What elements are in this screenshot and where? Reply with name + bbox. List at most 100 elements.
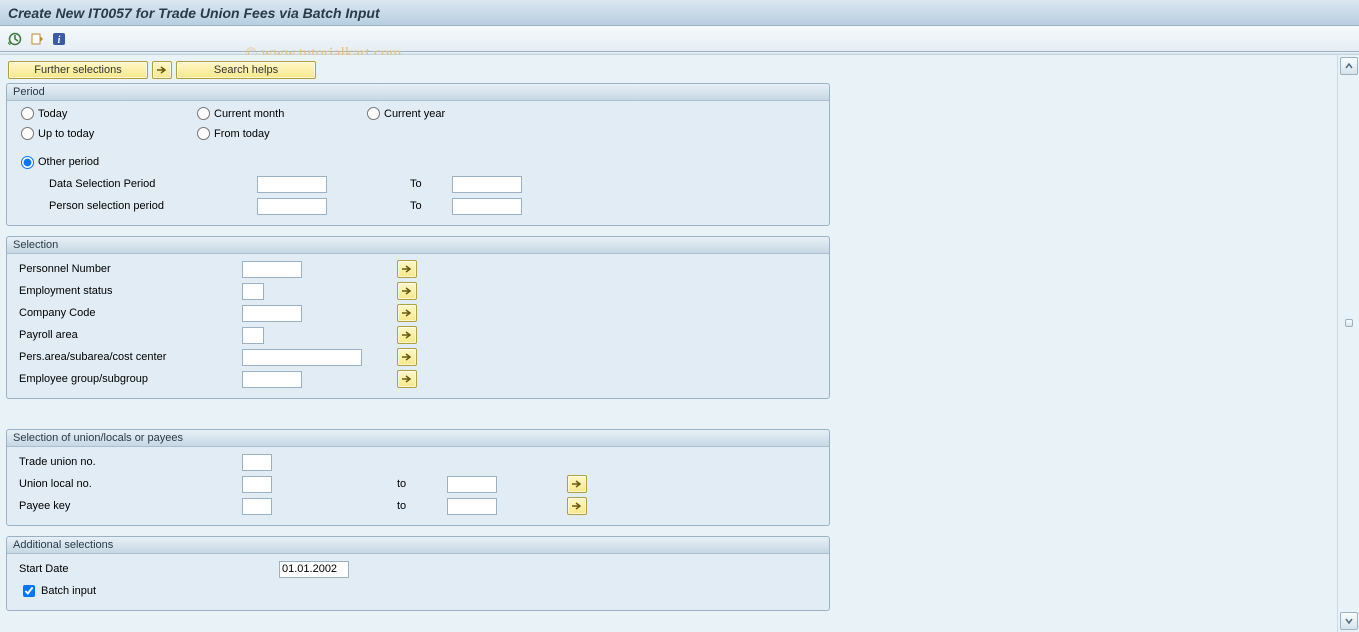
scroll-thumb[interactable] xyxy=(1345,319,1353,327)
selection-group: Selection Personnel NumberEmployment sta… xyxy=(6,236,830,399)
search-helps-button[interactable]: Search helps xyxy=(176,61,316,79)
selection-row: Personnel Number xyxy=(17,258,819,280)
radio-current-month[interactable]: Current month xyxy=(197,107,284,120)
radio-today-label: Today xyxy=(38,108,67,120)
data-selection-to-label: To xyxy=(402,178,452,190)
multiple-selection-button[interactable] xyxy=(397,326,417,344)
search-helps-label: Search helps xyxy=(214,64,278,76)
selection-row-input[interactable] xyxy=(242,261,302,278)
batch-input-label[interactable]: Batch input xyxy=(41,585,96,597)
radio-current-month-input[interactable] xyxy=(197,107,210,120)
multiple-selection-button[interactable] xyxy=(567,497,587,515)
union-row-from-input[interactable] xyxy=(242,454,272,471)
selection-row-input[interactable] xyxy=(242,327,264,344)
union-row-to-input[interactable] xyxy=(447,476,497,493)
person-selection-from-input[interactable] xyxy=(257,198,327,215)
further-selections-button[interactable]: Further selections xyxy=(8,61,148,79)
union-row-from-input[interactable] xyxy=(242,498,272,515)
execute-button[interactable] xyxy=(6,30,24,48)
chevron-down-icon xyxy=(1345,617,1353,625)
application-toolbar: i xyxy=(0,26,1359,52)
radio-current-year[interactable]: Current year xyxy=(367,107,445,120)
start-date-row: Start Date xyxy=(17,558,819,580)
radio-other-period-label: Other period xyxy=(38,156,99,168)
start-date-label: Start Date xyxy=(19,563,279,575)
union-group-title: Selection of union/locals or payees xyxy=(7,430,829,447)
batch-input-row: Batch input xyxy=(17,580,819,602)
radio-current-year-input[interactable] xyxy=(367,107,380,120)
selection-row-input[interactable] xyxy=(242,283,264,300)
additional-group: Additional selections Start Date Batch i… xyxy=(6,536,830,611)
scroll-up-button[interactable] xyxy=(1340,57,1358,75)
radio-today[interactable]: Today xyxy=(21,107,67,120)
page-title: Create New IT0057 for Trade Union Fees v… xyxy=(8,5,380,21)
start-date-input[interactable] xyxy=(279,561,349,578)
scroll-track[interactable] xyxy=(1344,77,1354,610)
selection-option-buttons: Further selections Search helps xyxy=(6,59,1331,83)
period-group-title: Period xyxy=(7,84,829,101)
arrow-right-icon xyxy=(401,352,413,362)
variant-icon xyxy=(30,32,44,46)
execute-icon xyxy=(8,32,22,46)
multiple-selection-button[interactable] xyxy=(397,370,417,388)
radio-current-year-label: Current year xyxy=(384,108,445,120)
selection-row-input[interactable] xyxy=(242,305,302,322)
selection-row-input[interactable] xyxy=(242,371,302,388)
union-row: Union local no.to xyxy=(17,473,819,495)
arrow-right-icon xyxy=(401,374,413,384)
multiple-selection-button[interactable] xyxy=(397,304,417,322)
selection-row-input[interactable] xyxy=(242,349,362,366)
radio-current-month-label: Current month xyxy=(214,108,284,120)
radio-other-period[interactable]: Other period xyxy=(17,152,819,172)
multiple-selection-button[interactable] xyxy=(397,282,417,300)
data-selection-period-label: Data Selection Period xyxy=(17,178,207,190)
selection-row: Payroll area xyxy=(17,324,819,346)
union-row-from-input[interactable] xyxy=(242,476,272,493)
title-bar: Create New IT0057 for Trade Union Fees v… xyxy=(0,0,1359,26)
union-row: Payee key to xyxy=(17,495,819,517)
person-selection-to-label: To xyxy=(402,200,452,212)
union-group: Selection of union/locals or payees Trad… xyxy=(6,429,830,526)
radio-from-today-input[interactable] xyxy=(197,127,210,140)
get-variant-button[interactable] xyxy=(28,30,46,48)
info-icon: i xyxy=(52,32,66,46)
info-button[interactable]: i xyxy=(50,30,68,48)
arrow-right-icon xyxy=(401,308,413,318)
person-selection-period-row: Person selection period To xyxy=(17,195,819,217)
multiple-selection-button[interactable] xyxy=(567,475,587,493)
union-row-label: Payee key xyxy=(17,500,242,512)
data-selection-from-input[interactable] xyxy=(257,176,327,193)
radio-today-input[interactable] xyxy=(21,107,34,120)
multiple-selection-button[interactable] xyxy=(397,348,417,366)
chevron-up-icon xyxy=(1345,62,1353,70)
additional-group-title: Additional selections xyxy=(7,537,829,554)
radio-from-today-label: From today xyxy=(214,128,270,140)
arrow-right-icon xyxy=(571,479,583,489)
union-row-label: Trade union no. xyxy=(17,456,242,468)
selection-group-title: Selection xyxy=(7,237,829,254)
radio-up-to-today[interactable]: Up to today xyxy=(21,127,94,140)
union-row-to-input[interactable] xyxy=(447,498,497,515)
selection-row-label: Company Code xyxy=(17,307,242,319)
radio-other-period-input[interactable] xyxy=(21,156,34,169)
person-selection-to-input[interactable] xyxy=(452,198,522,215)
batch-input-checkbox[interactable] xyxy=(23,585,35,597)
radio-up-to-today-input[interactable] xyxy=(21,127,34,140)
radio-up-to-today-label: Up to today xyxy=(38,128,94,140)
search-helps-icon-button[interactable] xyxy=(152,61,172,79)
multiple-selection-button[interactable] xyxy=(397,260,417,278)
data-selection-to-input[interactable] xyxy=(452,176,522,193)
selection-row: Employee group/subgroup xyxy=(17,368,819,390)
content-area: Further selections Search helps Period T… xyxy=(0,55,1337,632)
arrow-right-icon xyxy=(401,286,413,296)
vertical-scrollbar[interactable] xyxy=(1337,55,1359,632)
content-wrap: Further selections Search helps Period T… xyxy=(0,55,1359,632)
union-to-label: to xyxy=(397,500,447,512)
selection-row: Company Code xyxy=(17,302,819,324)
union-row: Trade union no. xyxy=(17,451,819,473)
arrow-right-icon xyxy=(401,330,413,340)
scroll-down-button[interactable] xyxy=(1340,612,1358,630)
data-selection-period-row: Data Selection Period To xyxy=(17,173,819,195)
radio-from-today[interactable]: From today xyxy=(197,127,270,140)
selection-row-label: Employee group/subgroup xyxy=(17,373,242,385)
